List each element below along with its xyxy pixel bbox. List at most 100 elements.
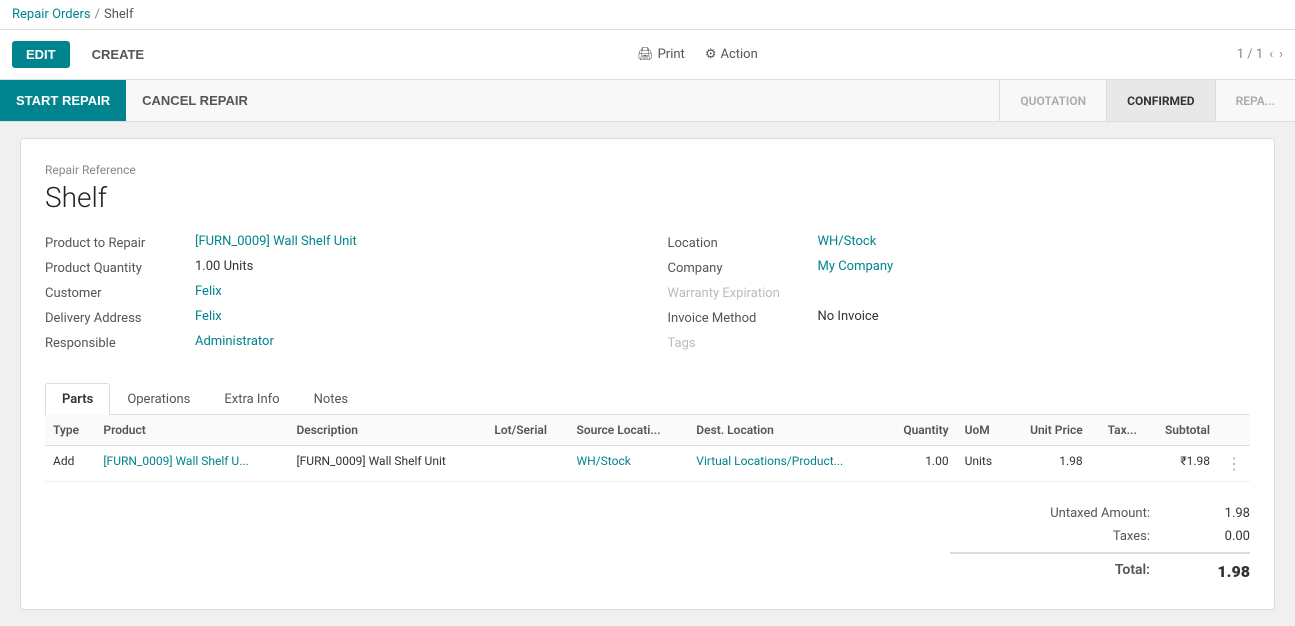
- page-counter-value: 1 / 1: [1237, 47, 1263, 62]
- col-tax: Tax...: [1091, 415, 1145, 446]
- totals-row-untaxed: Untaxed Amount: 1.98: [950, 502, 1250, 525]
- cell-col-options: ⋮: [1218, 446, 1250, 482]
- stage-confirmed[interactable]: CONFIRMED: [1106, 80, 1214, 121]
- col-options: [1218, 415, 1250, 446]
- repair-reference-label: Repair Reference: [45, 163, 1250, 177]
- form-fields-left: Product to Repair [FURN_0009] Wall Shelf…: [45, 234, 628, 359]
- form-fields: Product to Repair [FURN_0009] Wall Shelf…: [45, 234, 1250, 359]
- field-product-to-repair: Product to Repair [FURN_0009] Wall Shelf…: [45, 234, 628, 251]
- field-product-quantity: Product Quantity 1.00 Units: [45, 259, 628, 276]
- totals-row-total: Total: 1.98: [950, 552, 1250, 585]
- col-dest-location: Dest. Location: [688, 415, 883, 446]
- col-lot-serial: Lot/Serial: [486, 415, 568, 446]
- action-center: 🖨 Print ⚙ Action: [166, 47, 1229, 62]
- field-value-company[interactable]: My Company: [818, 259, 894, 274]
- col-uom: UoM: [957, 415, 1009, 446]
- col-quantity: Quantity: [883, 415, 956, 446]
- col-type: Type: [45, 415, 95, 446]
- field-value-product-quantity: 1.00 Units: [195, 259, 253, 274]
- field-label-customer: Customer: [45, 284, 195, 301]
- field-label-tags: Tags: [668, 334, 818, 351]
- field-label-location: Location: [668, 234, 818, 251]
- breadcrumb-bar: Repair Orders / Shelf: [0, 0, 1295, 30]
- print-link[interactable]: 🖨 Print: [637, 47, 685, 62]
- tab-extra-info[interactable]: Extra Info: [207, 383, 296, 415]
- total-value: 1.98: [1170, 562, 1250, 581]
- col-source-location: Source Locati...: [569, 415, 689, 446]
- form-fields-right: Location WH/Stock Company My Company War…: [668, 234, 1251, 359]
- field-label-responsible: Responsible: [45, 334, 195, 351]
- breadcrumb-separator: /: [95, 7, 100, 22]
- cell-product[interactable]: [FURN_0009] Wall Shelf U...: [95, 446, 288, 482]
- totals-row-taxes: Taxes: 0.00: [950, 525, 1250, 548]
- field-label-company: Company: [668, 259, 818, 276]
- start-repair-button[interactable]: START REPAIR: [0, 80, 126, 121]
- field-label-product-quantity: Product Quantity: [45, 259, 195, 276]
- field-customer: Customer Felix: [45, 284, 628, 301]
- field-responsible: Responsible Administrator: [45, 334, 628, 351]
- print-icon: 🖨: [637, 47, 654, 62]
- col-product: Product: [95, 415, 288, 446]
- breadcrumb-parent-link[interactable]: Repair Orders: [12, 7, 91, 22]
- field-location: Location WH/Stock: [668, 234, 1251, 251]
- field-value-location[interactable]: WH/Stock: [818, 234, 877, 249]
- tabs: Parts Operations Extra Info Notes: [45, 383, 1250, 415]
- status-bar: START REPAIR CANCEL REPAIR QUOTATION CON…: [0, 80, 1295, 122]
- repair-title: Shelf: [45, 181, 1250, 214]
- taxes-label: Taxes:: [950, 529, 1170, 544]
- cancel-repair-button[interactable]: CANCEL REPAIR: [126, 83, 264, 118]
- table-row: Add [FURN_0009] Wall Shelf U... [FURN_00…: [45, 446, 1250, 482]
- cell-dest-location[interactable]: Virtual Locations/Product...: [688, 446, 883, 482]
- tab-operations[interactable]: Operations: [110, 383, 207, 415]
- breadcrumb-current: Shelf: [104, 7, 133, 22]
- create-button[interactable]: CREATE: [78, 41, 158, 68]
- totals-section: Untaxed Amount: 1.98 Taxes: 0.00 Total: …: [45, 502, 1250, 585]
- total-label: Total:: [950, 562, 1170, 581]
- tab-notes[interactable]: Notes: [297, 383, 366, 415]
- untaxed-amount-label: Untaxed Amount:: [950, 506, 1170, 521]
- edit-button[interactable]: EDIT: [12, 41, 70, 68]
- form-card: Repair Reference Shelf Product to Repair…: [20, 138, 1275, 610]
- parts-table: Type Product Description Lot/Serial Sour…: [45, 415, 1250, 482]
- row-options-icon[interactable]: ⋮: [1226, 454, 1242, 473]
- status-stages: QUOTATION CONFIRMED REPA...: [999, 80, 1295, 121]
- cell-tax: [1091, 446, 1145, 482]
- action-link[interactable]: ⚙ Action: [705, 47, 758, 62]
- col-unit-price: Unit Price: [1009, 415, 1091, 446]
- cell-source-location[interactable]: WH/Stock: [569, 446, 689, 482]
- cell-lot-serial: [486, 446, 568, 482]
- action-label: Action: [720, 47, 757, 62]
- chevron-right-icon[interactable]: ›: [1279, 47, 1283, 62]
- cell-type: Add: [45, 446, 95, 482]
- gear-icon: ⚙: [705, 47, 717, 62]
- field-label-product-to-repair: Product to Repair: [45, 234, 195, 251]
- field-label-warranty-expiration: Warranty Expiration: [668, 284, 818, 301]
- field-value-product-to-repair[interactable]: [FURN_0009] Wall Shelf Unit: [195, 234, 357, 249]
- action-bar: EDIT CREATE 🖨 Print ⚙ Action 1 / 1 ‹ ›: [0, 30, 1295, 80]
- cell-description: [FURN_0009] Wall Shelf Unit: [288, 446, 486, 482]
- cell-uom: Units: [957, 446, 1009, 482]
- field-company: Company My Company: [668, 259, 1251, 276]
- field-label-delivery-address: Delivery Address: [45, 309, 195, 326]
- cell-subtotal: ₹1.98: [1145, 446, 1218, 482]
- field-invoice-method: Invoice Method No Invoice: [668, 309, 1251, 326]
- totals-table: Untaxed Amount: 1.98 Taxes: 0.00 Total: …: [950, 502, 1250, 585]
- stage-repair[interactable]: REPA...: [1215, 80, 1295, 121]
- tab-parts[interactable]: Parts: [45, 383, 110, 415]
- cell-quantity: 1.00: [883, 446, 956, 482]
- field-value-delivery-address[interactable]: Felix: [195, 309, 222, 324]
- untaxed-amount-value: 1.98: [1170, 506, 1250, 521]
- field-delivery-address: Delivery Address Felix: [45, 309, 628, 326]
- field-tags: Tags: [668, 334, 1251, 351]
- taxes-value: 0.00: [1170, 529, 1250, 544]
- print-label: Print: [658, 47, 685, 62]
- field-value-customer[interactable]: Felix: [195, 284, 222, 299]
- col-description: Description: [288, 415, 486, 446]
- col-subtotal: Subtotal: [1145, 415, 1218, 446]
- field-value-responsible[interactable]: Administrator: [195, 334, 274, 349]
- stage-quotation[interactable]: QUOTATION: [999, 80, 1106, 121]
- cell-unit-price: 1.98: [1009, 446, 1091, 482]
- main-content: Repair Reference Shelf Product to Repair…: [0, 122, 1295, 626]
- page-counter: 1 / 1 ‹ ›: [1237, 47, 1283, 62]
- chevron-left-icon[interactable]: ‹: [1269, 47, 1273, 62]
